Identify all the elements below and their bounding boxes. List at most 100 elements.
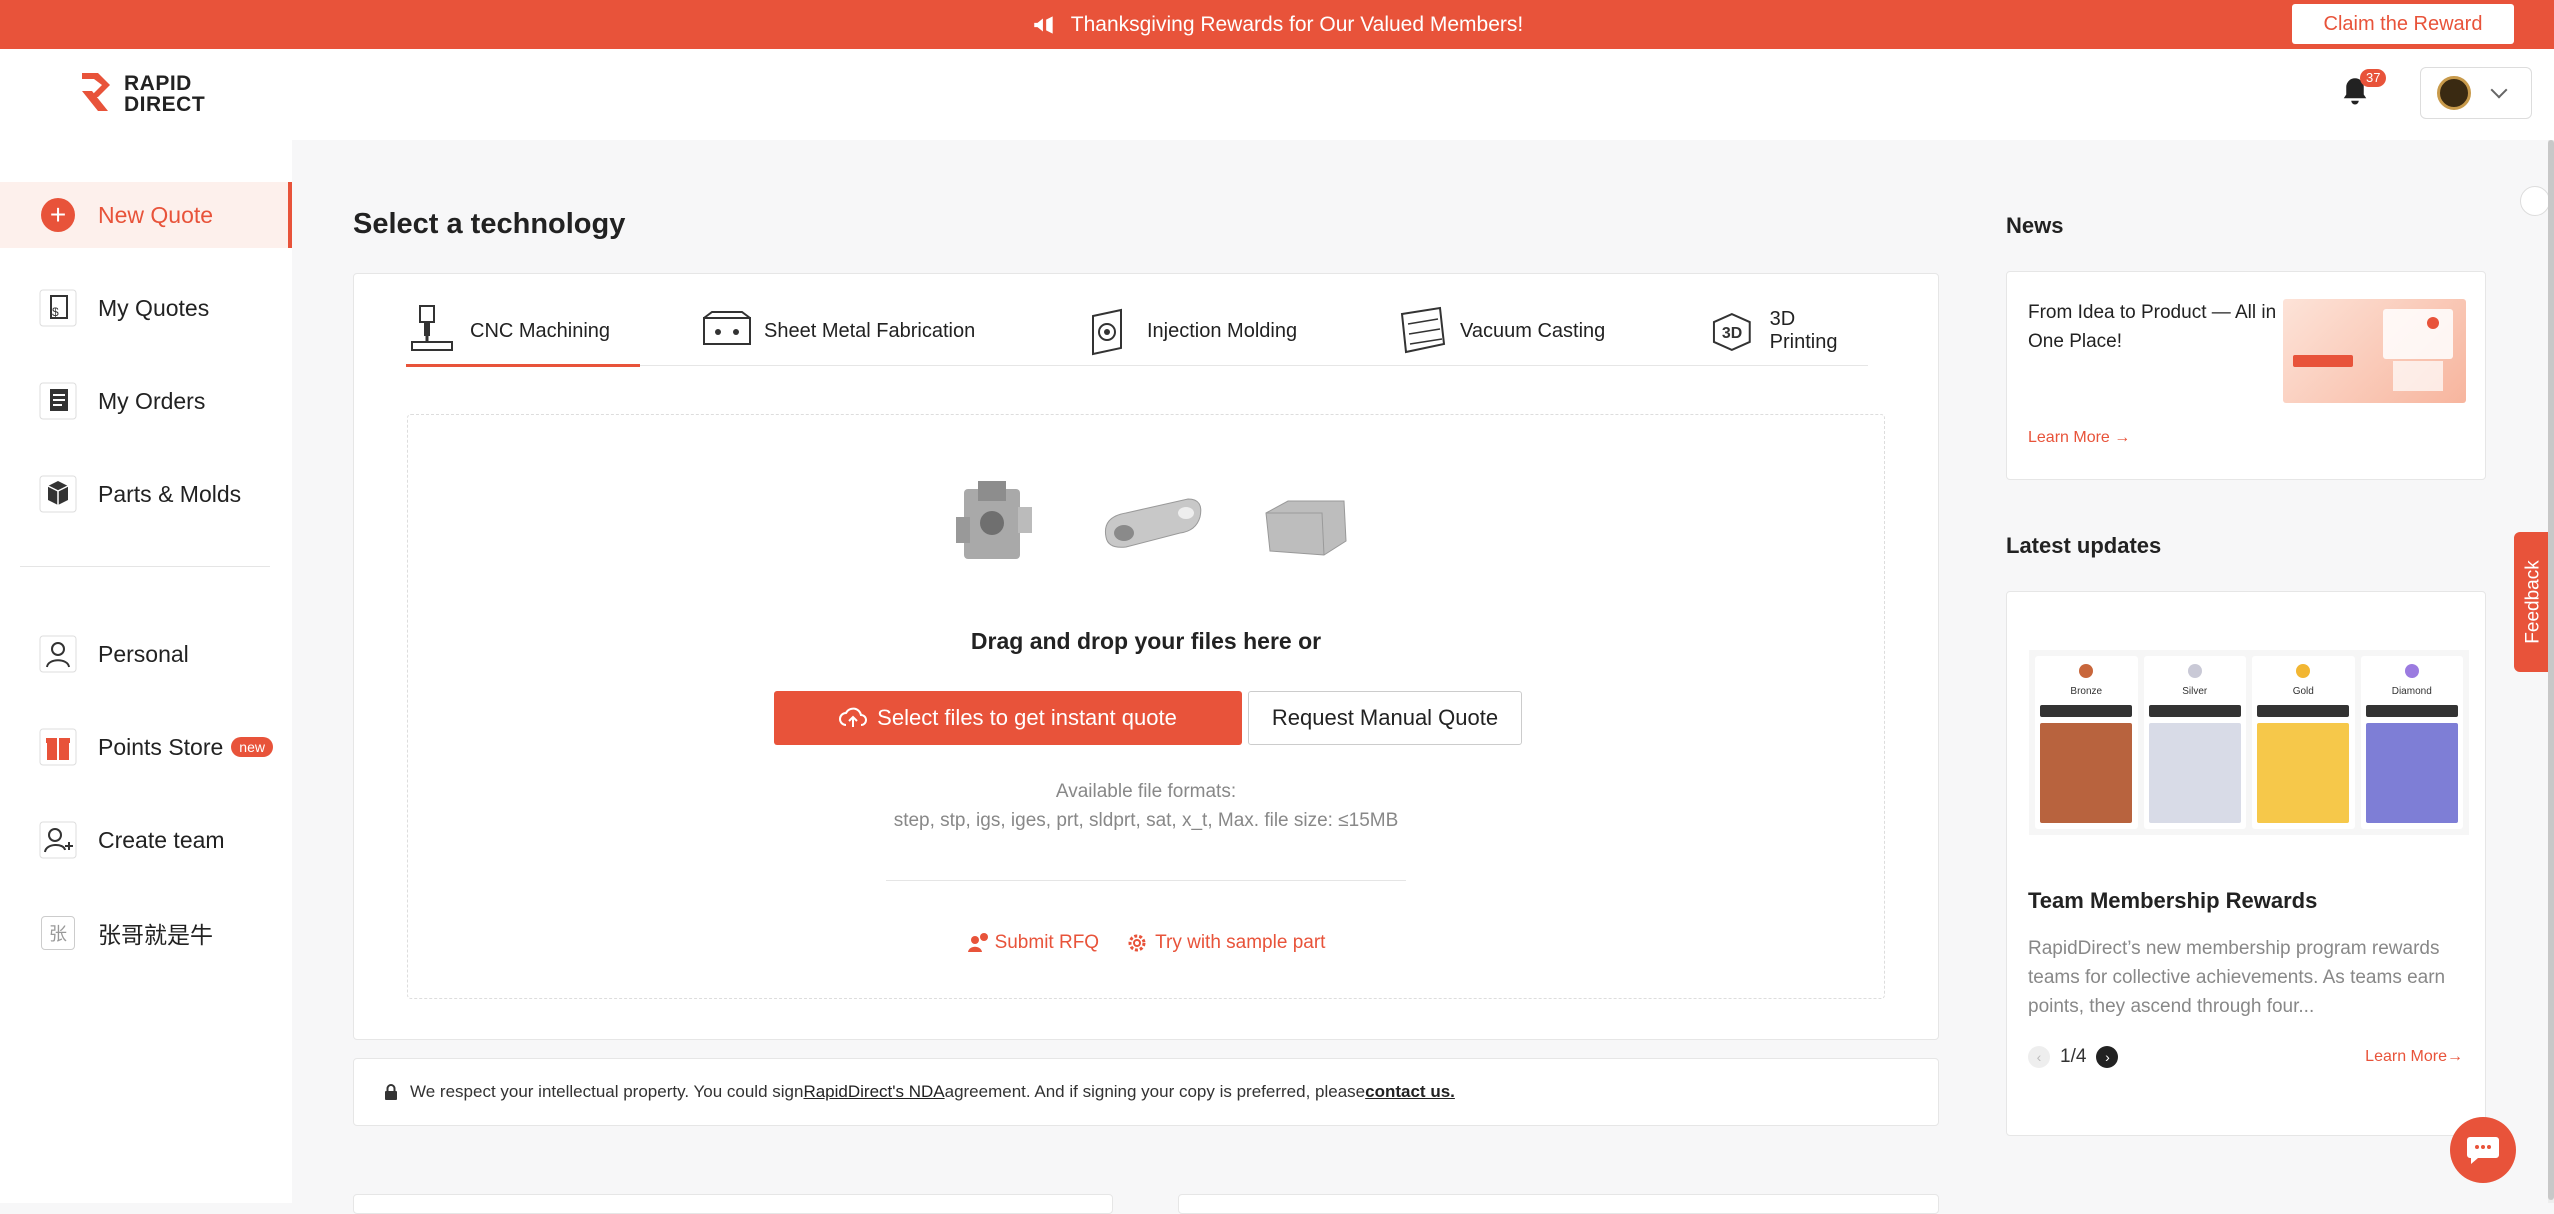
sidebar-item-new-quote[interactable]: + New Quote (0, 182, 292, 248)
pager-count: 1/4 (2060, 1046, 2087, 1067)
bracket-part-icon (956, 481, 1032, 559)
top-header: RAPID DIRECT 37 (0, 49, 2554, 140)
dropzone-heading: Drag and drop your files here or (970, 628, 1322, 654)
tier-body (2365, 723, 2458, 823)
formats-list: step, stp, igs, iges, prt, sldprt, sat, … (893, 810, 1399, 831)
tier-label: Diamond (2391, 686, 2432, 697)
tier-label: Silver (2182, 686, 2208, 697)
sidebar-item-label: My Orders (98, 387, 206, 414)
claim-reward-button[interactable]: Claim the Reward (2292, 4, 2514, 44)
request-manual-quote-button[interactable]: Request Manual Quote (1248, 691, 1522, 745)
news-title: News (2006, 213, 2064, 238)
tier-body (2148, 723, 2241, 823)
page-scrollbar[interactable] (2548, 140, 2554, 1203)
tier-label: Gold (2292, 686, 2314, 697)
svg-text:$: $ (52, 305, 59, 319)
latest-updates-title: Latest updates (2006, 533, 2162, 558)
cnc-machine-icon (411, 305, 453, 351)
bronze-medal-icon (2079, 664, 2094, 678)
tier-header-bar (2365, 705, 2458, 717)
sidebar-item-label: 张哥就是牛 (98, 922, 213, 948)
parts-cube-icon (39, 475, 77, 513)
technology-tabs: CNC Machining Sheet Metal Fabrication In… (406, 296, 1868, 367)
svg-text:3D: 3D (1722, 325, 1742, 342)
tab-cnc-machining[interactable]: CNC Machining (406, 296, 641, 367)
tab-vacuum-casting[interactable]: Vacuum Casting (1396, 296, 1605, 366)
diamond-medal-icon (2404, 664, 2419, 678)
tab-sheet-metal[interactable]: Sheet Metal Fabrication (700, 296, 975, 366)
sidebar-item-parts-molds[interactable]: Parts & Molds (0, 461, 292, 527)
sheet-metal-icon (703, 311, 751, 345)
file-formats-info: Available file formats: step, stp, igs, … (408, 777, 1884, 835)
megaphone-icon (1034, 15, 1053, 34)
news-card[interactable]: From Idea to Product — All in One Place!… (2006, 271, 2486, 480)
sidebar-item-label: Parts & Molds (98, 480, 242, 507)
tier-diamond: Diamond (2360, 656, 2463, 829)
try-sample-part-link[interactable]: Try with sample part (1125, 931, 1325, 955)
update-learn-more-link[interactable]: Learn More→ (2365, 1048, 2463, 1066)
try-sample-label: Try with sample part (1155, 932, 1326, 953)
sidebar: + New Quote $ My Quotes My Orders Parts … (0, 140, 292, 1203)
tab-injection-molding[interactable]: Injection Molding (1083, 296, 1297, 366)
feedback-label: Feedback (2523, 560, 2545, 644)
tier-gold: Gold (2252, 656, 2355, 829)
lock-icon (385, 1084, 397, 1100)
gold-medal-icon (2296, 664, 2311, 678)
sidebar-item-team-zhang[interactable]: 张 张哥就是牛 (0, 900, 292, 966)
rapiddirect-logo[interactable]: RAPID DIRECT (78, 71, 205, 117)
file-dropzone[interactable]: Drag and drop your files here or Select … (407, 414, 1885, 999)
team-add-icon (39, 821, 77, 859)
tab-label: Vacuum Casting (1460, 319, 1606, 342)
silver-medal-icon (2187, 664, 2202, 678)
news-illustration-icon (2293, 309, 2453, 391)
latest-updates-card[interactable]: Bronze Silver Gold Diamond Team Membersh… (2006, 591, 2486, 1136)
nda-link[interactable]: RapidDirect's NDA (803, 1082, 944, 1102)
sidebar-divider (20, 566, 270, 567)
contact-us-link[interactable]: contact us. (1365, 1082, 1455, 1102)
tier-body (2257, 723, 2350, 823)
person-icon (39, 635, 77, 673)
previous-arrow-icon[interactable]: ‹ (2028, 1046, 2050, 1068)
tab-label: 3D Printing (1769, 308, 1838, 353)
tier-silver: Silver (2143, 656, 2246, 829)
bottom-card-left (353, 1194, 1113, 1214)
new-badge: new (231, 737, 273, 757)
sidebar-item-points-store[interactable]: Points Store new (0, 714, 292, 780)
avatar (2437, 76, 2471, 110)
chat-button[interactable] (2450, 1117, 2516, 1183)
scrollbar-thumb[interactable] (2548, 140, 2554, 1200)
chat-bubble-icon (2467, 1137, 2499, 1164)
news-learn-more-link[interactable]: Learn More → (2028, 429, 2130, 447)
notification-count-badge: 37 (2360, 69, 2387, 87)
sidebar-item-personal[interactable]: Personal (0, 621, 292, 687)
rfq-user-icon (967, 933, 988, 952)
news-headline: From Idea to Product — All in One Place! (2028, 302, 2277, 352)
update-description: RapidDirect’s new membership program rew… (2028, 938, 2446, 1017)
dropzone-links: Submit RFQ Try with sample part (408, 931, 1884, 955)
sidebar-item-label: Points Store (98, 733, 224, 760)
sidebar-item-label: My Quotes (98, 294, 210, 321)
logo-line-1: RAPID (124, 72, 192, 95)
membership-tiers-image: Bronze Silver Gold Diamond (2029, 650, 2469, 835)
sidebar-item-my-orders[interactable]: My Orders (0, 368, 292, 434)
assistant-avatar[interactable] (2520, 186, 2550, 216)
sidebar-item-my-quotes[interactable]: $ My Quotes (0, 275, 292, 341)
tier-body (2040, 723, 2133, 823)
link-arm-part-icon (1104, 498, 1202, 548)
sidebar-item-create-team[interactable]: Create team (0, 807, 292, 873)
sample-parts-illustration (948, 477, 1354, 573)
cloud-upload-icon (839, 707, 868, 727)
next-arrow-icon[interactable]: › (2096, 1046, 2119, 1068)
account-menu[interactable] (2420, 67, 2532, 119)
select-files-button[interactable]: Select files to get instant quote (774, 691, 1242, 745)
submit-rfq-link[interactable]: Submit RFQ (967, 931, 1099, 955)
tier-bronze: Bronze (2035, 656, 2138, 829)
promo-banner: Thanksgiving Rewards for Our Valued Memb… (0, 0, 2554, 49)
page-title: Select a technology (353, 208, 626, 240)
vacuum-casting-icon (1400, 306, 1446, 354)
tab-3d-printing[interactable]: 3D 3D Printing (1706, 296, 1868, 366)
update-heading: Team Membership Rewards (2028, 888, 2318, 913)
logo-line-2: DIRECT (124, 93, 206, 116)
nda-text-1: We respect your intellectual property. Y… (410, 1082, 804, 1101)
tier-label: Bronze (2070, 686, 2103, 697)
